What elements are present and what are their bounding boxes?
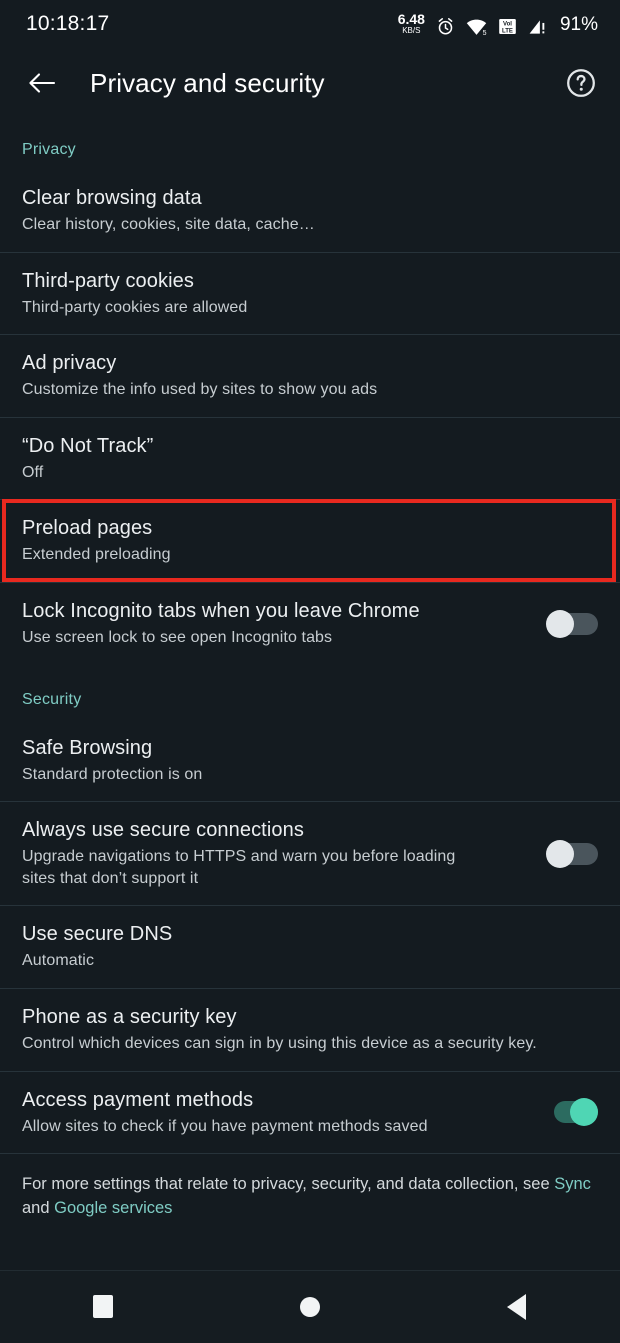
row-subtitle: Upgrade navigations to HTTPS and warn yo… [22,848,456,887]
system-navigation-bar [0,1270,620,1343]
alarm-icon [438,17,453,34]
row-text: Access payment methods Allow sites to ch… [22,1088,528,1138]
row-text: Phone as a security key Control which de… [22,1005,598,1055]
network-speed-value: 6.48 [397,10,425,27]
row-subtitle: Off [22,463,44,481]
row-text: Safe Browsing Standard protection is on [22,736,598,786]
row-subtitle: Standard protection is on [22,765,203,783]
row-subtitle: Clear history, cookies, site data, cache… [22,216,315,233]
row-title: Preload pages [22,517,153,540]
footer-text-before: For more settings that relate to privacy… [22,1175,555,1194]
svg-text:LTE: LTE [502,28,513,34]
section-header-security: Security [22,690,82,708]
setting-row-phone-as-security-key[interactable]: Phone as a security key Control which de… [0,987,620,1071]
row-title: Phone as a security key [22,1005,237,1028]
setting-row-safe-browsing[interactable]: Safe Browsing Standard protection is on [0,719,620,802]
setting-row-third-party-cookies[interactable]: Third-party cookies Third-party cookies … [0,251,620,335]
nav-home-button[interactable] [207,1270,414,1343]
triangle-back-icon [507,1293,527,1320]
nav-back-button[interactable] [413,1270,620,1343]
status-icons: 6.48 KB/S 5 VoI LTE 91% [398,12,598,36]
toggle-knob [546,609,574,638]
toggle-lock-incognito-tabs[interactable] [546,609,598,638]
back-arrow-icon [29,73,56,93]
row-text: Clear browsing data Clear history, cooki… [22,186,598,236]
row-title: Lock Incognito tabs when you leave Chrom… [22,599,420,622]
row-subtitle: Control which devices can sign in by usi… [22,1034,537,1052]
row-title: Access payment methods [22,1088,254,1111]
row-text: Always use secure connections Upgrade na… [22,818,528,889]
toggle-knob [546,839,574,868]
setting-row-always-use-secure-connections[interactable]: Always use secure connections Upgrade na… [0,801,620,905]
circle-home-icon [300,1296,320,1317]
help-circle-icon [567,69,595,97]
row-text: Use secure DNS Automatic [22,922,598,972]
svg-text:5: 5 [483,29,487,35]
row-subtitle: Third-party cookies are allowed [22,298,248,316]
network-speed-indicator: 6.48 KB/S [398,12,425,35]
status-clock: 10:18:17 [26,11,110,35]
toggle-access-payment-methods[interactable] [546,1098,598,1127]
row-text: Lock Incognito tabs when you leave Chrom… [22,599,528,649]
link-sync[interactable]: Sync [554,1175,591,1193]
section-header-privacy: Privacy [22,141,76,158]
setting-row-lock-incognito-tabs[interactable]: Lock Incognito tabs when you leave Chrom… [0,581,620,665]
link-google-services[interactable]: Google services [54,1199,172,1217]
row-subtitle: Extended preloading [22,546,171,564]
row-title: Clear browsing data [22,187,202,209]
row-text: Third-party cookies Third-party cookies … [22,269,598,319]
row-subtitle: Use screen lock to see open Incognito ta… [22,628,333,646]
row-text: Ad privacy Customize the info used by si… [22,351,598,401]
row-title: Third-party cookies [22,269,194,292]
row-text: Preload pages Extended preloading [22,516,598,566]
setting-row-do-not-track[interactable]: “Do Not Track” Off [0,416,620,500]
volte-icon: VoI LTE [499,18,516,34]
app-bar: Privacy and security [0,47,620,119]
phone-screen: 10:18:17 6.48 KB/S 5 VoI LTE 91% Privacy… [0,0,620,1343]
settings-list: Privacy Clear browsing data Clear histor… [0,119,620,1270]
page-title: Privacy and security [90,67,325,98]
nav-recents-button[interactable] [0,1270,207,1343]
setting-row-ad-privacy[interactable]: Ad privacy Customize the info used by si… [0,334,620,417]
row-title: Use secure DNS [22,923,173,946]
row-subtitle: Allow sites to check if you have payment… [22,1117,428,1135]
status-bar: 10:18:17 6.48 KB/S 5 VoI LTE 91% [0,0,620,47]
row-title: Ad privacy [22,352,117,375]
square-recents-icon [93,1295,114,1318]
toggle-always-use-secure-connections[interactable] [546,839,598,868]
row-subtitle: Customize the info used by sites to show… [22,381,378,399]
row-title: Safe Browsing [22,736,153,759]
row-subtitle: Automatic [22,952,95,970]
help-button[interactable] [564,66,598,100]
svg-text:VoI: VoI [503,21,512,27]
footer-text-middle: and [22,1199,55,1218]
battery-percentage: 91% [559,13,598,35]
signal-warning-icon [529,19,545,34]
setting-row-use-secure-dns[interactable]: Use secure DNS Automatic [0,905,620,988]
wifi-icon: 5 [466,19,487,36]
row-text: “Do Not Track” Off [22,434,598,484]
toggle-knob [570,1098,598,1127]
row-title: “Do Not Track” [22,434,154,457]
back-button[interactable] [22,63,62,103]
footer-note: For more settings that relate to privacy… [0,1153,620,1239]
setting-row-preload-pages[interactable]: Preload pages Extended preloading [0,499,620,582]
row-title: Always use secure connections [22,819,304,842]
setting-row-clear-browsing-data[interactable]: Clear browsing data Clear history, cooki… [0,169,620,252]
setting-row-access-payment-methods[interactable]: Access payment methods Allow sites to ch… [0,1070,620,1154]
network-speed-unit: KB/S [402,25,421,35]
